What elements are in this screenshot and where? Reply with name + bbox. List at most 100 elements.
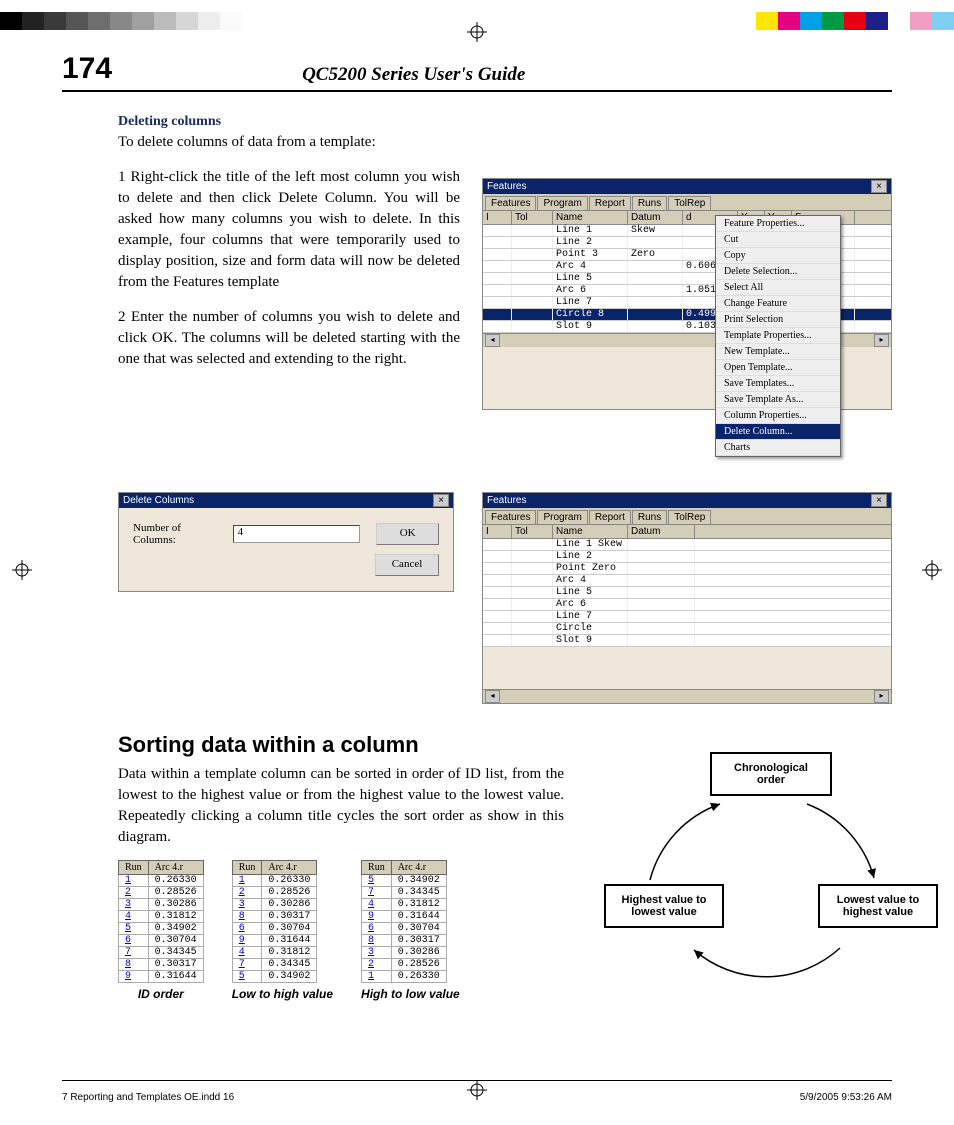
table-row[interactable]: Line 7 [483,611,891,623]
intro-para: To delete columns of data from a templat… [118,132,460,153]
table-row[interactable]: Arc 6 [483,599,891,611]
table-row[interactable]: Point Zero [483,563,891,575]
menu-item[interactable]: Save Templates... [716,376,840,392]
step-1: 1 Right-click the title of the left most… [118,167,460,293]
column-header[interactable]: I [483,525,512,538]
menu-item[interactable]: Print Selection [716,312,840,328]
close-icon[interactable]: × [871,494,887,507]
table-row[interactable]: Line 2 [483,551,891,563]
column-header[interactable]: Tol [512,525,553,538]
footer-file: 7 Reporting and Templates OE.indd 16 [62,1092,234,1103]
menu-item[interactable]: Delete Selection... [716,264,840,280]
table-caption: ID order [118,987,204,1001]
menu-item[interactable]: Cut [716,232,840,248]
num-columns-label: Number of Columns: [133,522,225,546]
table-row: 10.26330 [362,971,447,983]
ok-button[interactable]: OK [376,523,439,545]
menu-item[interactable]: Copy [716,248,840,264]
column-header[interactable]: Datum [628,525,695,538]
sort-cycle-diagram: Chronological order Lowest value to high… [602,738,922,998]
footer-timestamp: 5/9/2005 9:53:26 AM [800,1092,892,1103]
features-window-screenshot: Features× FeaturesProgramReportRunsTolRe… [482,178,892,410]
tab-report[interactable]: Report [589,196,631,210]
column-header[interactable]: Name [553,211,628,224]
scroll-right-icon[interactable]: ▸ [874,690,889,703]
column-header[interactable]: Datum [628,211,683,224]
column-header[interactable]: Run [119,861,149,875]
table-row: 90.31644 [232,935,317,947]
table-row: 80.30317 [362,935,447,947]
menu-item[interactable]: Feature Properties... [716,216,840,232]
column-header[interactable]: Tol [512,211,553,224]
tab-runs[interactable]: Runs [632,196,667,210]
footer-rule [62,1080,892,1081]
close-icon[interactable]: × [433,494,449,507]
close-icon[interactable]: × [871,180,887,193]
menu-item[interactable]: Save Template As... [716,392,840,408]
table-row[interactable]: Circle [483,623,891,635]
guide-title: QC5200 Series User's Guide [302,64,525,86]
window-title: Features [487,179,526,194]
tab-report[interactable]: Report [589,510,631,524]
registration-mark-icon [922,560,942,580]
table-row: 90.31644 [362,911,447,923]
table-row[interactable]: Slot 9 [483,635,891,647]
tab-program[interactable]: Program [537,196,587,210]
table-row: 10.26330 [232,875,317,887]
table-row: 20.28526 [232,887,317,899]
menu-item[interactable]: New Template... [716,344,840,360]
sorting-para: Data within a template column can be sor… [118,764,564,848]
section-title-deleting: Deleting columns [118,114,892,130]
menu-item[interactable]: Charts [716,440,840,456]
column-header[interactable]: Arc 4.r [262,861,317,875]
sort-table-high_to_low: RunArc 4.r50.3490270.3434540.3181290.316… [361,860,447,983]
scroll-left-icon[interactable]: ◂ [485,690,500,703]
table-row[interactable]: Line 1 Skew [483,539,891,551]
cycle-node-chrono: Chronological order [710,752,832,796]
table-row: 70.34345 [362,887,447,899]
tab-features[interactable]: Features [485,196,536,210]
sort-table-id_order: RunArc 4.r10.2633020.2852630.3028640.318… [118,860,204,983]
column-header[interactable]: Run [232,861,262,875]
column-header[interactable]: Arc 4.r [391,861,446,875]
table-row[interactable]: Arc 4 [483,575,891,587]
tab-runs[interactable]: Runs [632,510,667,524]
table-caption: High to low value [361,987,460,1001]
menu-item[interactable]: Select All [716,280,840,296]
table-row: 90.31644 [119,971,204,983]
table-row: 50.34902 [232,971,317,983]
tab-tolrep[interactable]: TolRep [668,196,711,210]
registration-mark-icon [12,560,32,580]
table-row: 30.30286 [119,899,204,911]
table-row: 60.30704 [232,923,317,935]
column-header[interactable]: Name [553,525,628,538]
cycle-node-low-high: Lowest value to highest value [818,884,938,928]
table-row: 20.28526 [119,887,204,899]
table-row: 10.26330 [119,875,204,887]
table-row: 20.28526 [362,959,447,971]
scroll-right-icon[interactable]: ▸ [874,334,889,347]
tab-program[interactable]: Program [537,510,587,524]
tab-features[interactable]: Features [485,510,536,524]
table-row: 30.30286 [232,899,317,911]
num-columns-input[interactable]: 4 [233,525,361,543]
column-header[interactable]: Arc 4.r [148,861,203,875]
column-header[interactable]: Run [362,861,392,875]
tab-tolrep[interactable]: TolRep [668,510,711,524]
menu-item[interactable]: Open Template... [716,360,840,376]
menu-item[interactable]: Change Feature [716,296,840,312]
table-row: 40.31812 [119,911,204,923]
window-title: Features [487,493,526,508]
table-row: 80.30317 [232,911,317,923]
cancel-button[interactable]: Cancel [375,554,439,576]
menu-item[interactable]: Template Properties... [716,328,840,344]
menu-item[interactable]: Delete Column... [716,424,840,440]
scroll-left-icon[interactable]: ◂ [485,334,500,347]
column-header[interactable]: I [483,211,512,224]
table-row: 40.31812 [362,899,447,911]
table-row[interactable]: Line 5 [483,587,891,599]
features-window-after-screenshot: Features× FeaturesProgramReportRunsTolRe… [482,492,892,704]
menu-item[interactable]: Column Properties... [716,408,840,424]
table-row: 50.34902 [119,923,204,935]
table-row: 40.31812 [232,947,317,959]
